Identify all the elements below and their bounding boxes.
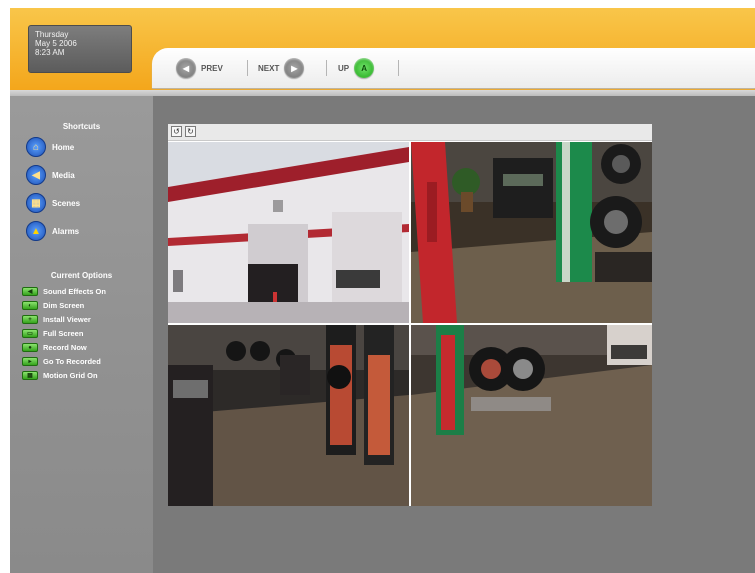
option-sound-effects[interactable]: ◀ Sound Effects On	[22, 285, 106, 298]
option-label: Go To Recorded	[43, 357, 101, 366]
current-options-title: Current Options	[50, 271, 113, 280]
shortcut-alarms[interactable]: ▲ Alarms	[26, 220, 79, 242]
speaker-icon: ◀	[22, 287, 38, 296]
shortcut-media[interactable]: ◀ Media	[26, 164, 75, 186]
option-install-viewer[interactable]: + Install Viewer	[22, 313, 91, 326]
camera-feed-4[interactable]	[411, 325, 652, 506]
home-icon: ⌂	[26, 137, 46, 157]
option-label: Full Screen	[43, 329, 84, 338]
shortcut-label: Home	[52, 142, 75, 152]
next-button[interactable]: NEXT ▶	[258, 57, 305, 79]
rotate-right-icon[interactable]: ↻	[185, 126, 196, 137]
option-label: Sound Effects On	[43, 287, 106, 296]
option-label: Dim Screen	[43, 301, 85, 310]
rotate-left-icon[interactable]: ↺	[171, 126, 182, 137]
app-window: Thursday May 5 2006 8:23 AM ◀ PREV NEXT …	[10, 8, 755, 573]
shortcut-label: Media	[52, 170, 75, 180]
camera-feed-1[interactable]	[168, 142, 409, 323]
camera-grid	[168, 142, 652, 506]
camera-4-image	[411, 325, 652, 506]
option-go-to-recorded[interactable]: ▸ Go To Recorded	[22, 355, 101, 368]
shortcut-label: Alarms	[52, 226, 80, 236]
shortcuts-title: Shortcuts	[62, 122, 101, 131]
option-label: Install Viewer	[43, 315, 91, 324]
next-label: NEXT	[258, 63, 280, 73]
toolbar-divider	[398, 60, 399, 76]
prev-label: PREV	[201, 63, 223, 73]
shortcut-home[interactable]: ⌂ Home	[26, 136, 74, 158]
clock-time: 8:23 AM	[35, 48, 65, 57]
navigation-toolbar: ◀ PREV NEXT ▶ UP A	[152, 48, 755, 88]
grid-icon: ▦	[22, 371, 38, 380]
camera-3-image	[168, 325, 409, 506]
up-button[interactable]: UP A	[338, 57, 375, 79]
option-motion-grid[interactable]: ▦ Motion Grid On	[22, 369, 98, 382]
record-icon: ●	[22, 343, 38, 352]
moon-icon: ◐	[22, 301, 38, 310]
camera-2-image	[411, 142, 652, 323]
option-label: Record Now	[43, 343, 87, 352]
toolbar-divider	[326, 60, 327, 76]
toolbar-divider	[247, 60, 248, 76]
camera-viewer: ↺ ↻	[168, 124, 652, 506]
arrow-right-icon: ▶	[284, 58, 305, 78]
camera-feed-2[interactable]	[411, 142, 652, 323]
alarm-icon: ▲	[26, 221, 46, 241]
up-arrow-icon: A	[354, 58, 375, 78]
viewer-toolbar: ↺ ↻	[168, 124, 652, 141]
scenes-icon: ▦	[26, 193, 46, 213]
arrow-left-icon: ◀	[176, 58, 196, 78]
install-icon: +	[22, 315, 38, 324]
folder-icon: ▸	[22, 357, 38, 366]
option-record-now[interactable]: ● Record Now	[22, 341, 87, 354]
speaker-icon: ◀	[26, 165, 46, 185]
prev-button[interactable]: ◀ PREV	[176, 57, 223, 79]
shortcut-scenes[interactable]: ▦ Scenes	[26, 192, 80, 214]
camera-1-image	[168, 142, 409, 323]
left-sidebar: Shortcuts ⌂ Home ◀ Media ▦ Scenes ▲ Alar…	[10, 96, 153, 573]
up-label: UP	[338, 63, 350, 73]
clock-date: May 5 2006	[35, 39, 77, 48]
shortcut-label: Scenes	[52, 198, 81, 208]
camera-feed-3[interactable]	[168, 325, 409, 506]
clock-day: Thursday	[35, 30, 69, 39]
option-full-screen[interactable]: ▭ Full Screen	[22, 327, 83, 340]
option-dim-screen[interactable]: ◐ Dim Screen	[22, 299, 84, 312]
fullscreen-icon: ▭	[22, 329, 38, 338]
option-label: Motion Grid On	[43, 371, 98, 380]
clock-display: Thursday May 5 2006 8:23 AM	[28, 25, 132, 73]
